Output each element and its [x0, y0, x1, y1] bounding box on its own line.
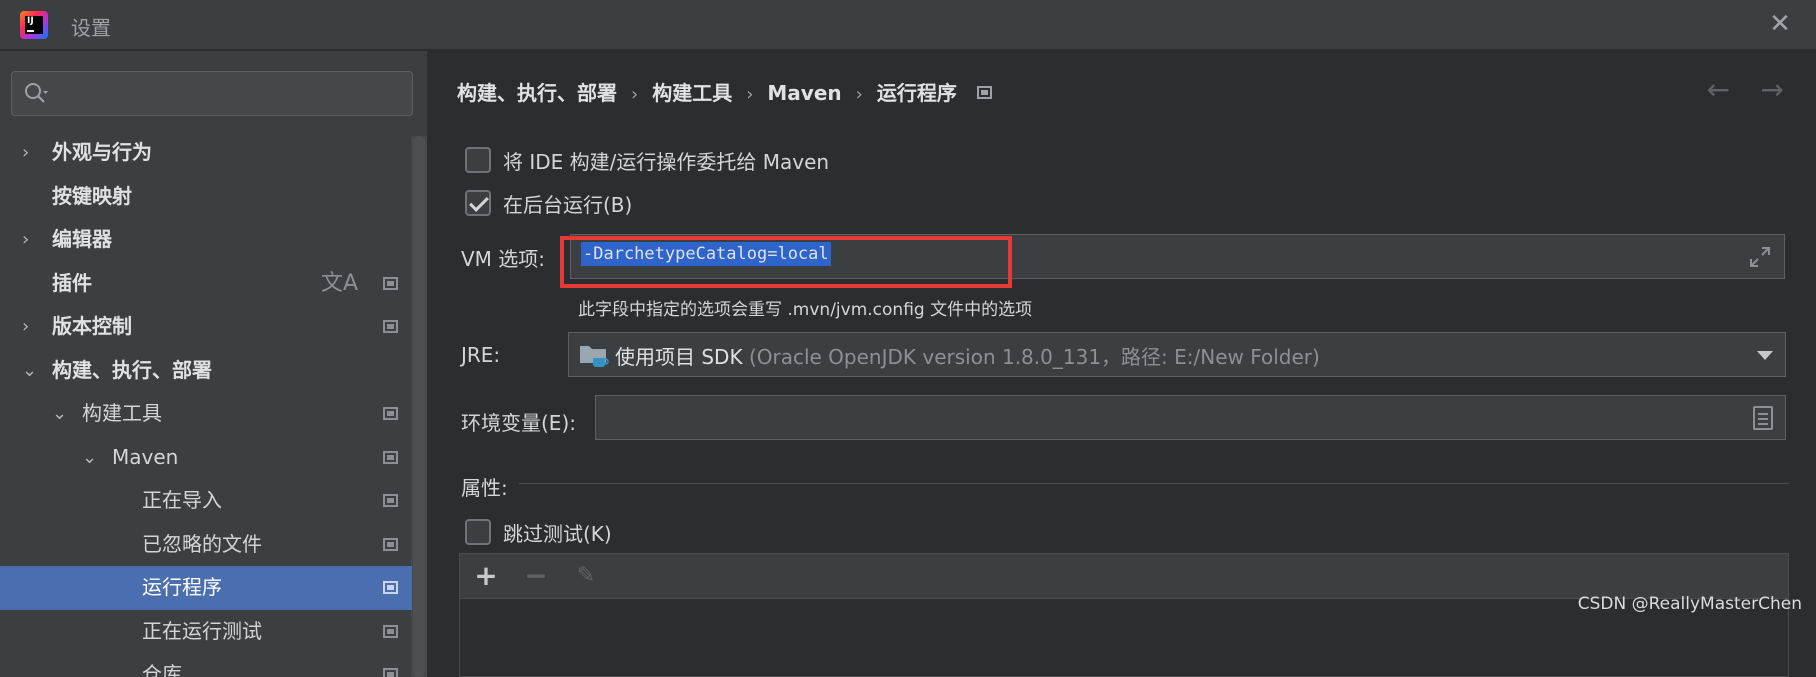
sidebar-item-runner[interactable]: 运行程序	[0, 566, 412, 610]
search-input[interactable]	[64, 78, 394, 110]
remove-icon[interactable]: −	[522, 562, 550, 590]
window-title: 设置	[71, 16, 111, 40]
properties-separator	[519, 483, 1789, 484]
sidebar-scrollbar[interactable]	[411, 136, 427, 677]
close-icon[interactable]: ✕	[1766, 10, 1794, 38]
delegate-to-maven-label: 将 IDE 构建/运行操作委托给 Maven	[503, 149, 830, 174]
breadcrumb-item[interactable]: 构建、执行、部署	[457, 81, 617, 105]
translate-icon: 文A	[320, 270, 358, 296]
run-in-background-row[interactable]: 在后台运行(B)	[465, 188, 632, 218]
sidebar-item-label: 版本控制	[52, 314, 132, 338]
skip-tests-checkbox[interactable]	[465, 519, 491, 545]
run-in-background-checkbox[interactable]	[465, 190, 491, 216]
sidebar-item-label: 运行程序	[142, 575, 222, 599]
search-icon	[25, 83, 48, 103]
properties-toolbar: + − ✎	[460, 554, 1788, 599]
add-icon[interactable]: +	[472, 562, 500, 590]
jre-detail: (Oracle OpenJDK version 1.8.0_131，路径: E:…	[748, 345, 1320, 369]
project-settings-icon	[383, 407, 398, 420]
project-settings-icon	[383, 624, 398, 638]
sidebar-item-plugins[interactable]: 插件 文A	[0, 262, 412, 306]
sidebar-item-running-tests[interactable]: 正在运行测试	[0, 610, 412, 654]
chevron-down-icon[interactable]: ⌄	[52, 392, 72, 436]
breadcrumb-item[interactable]: Maven	[767, 81, 841, 105]
sidebar-item-build-tools[interactable]: ⌄ 构建工具	[0, 392, 412, 436]
chevron-right-icon[interactable]: ›	[22, 131, 42, 175]
settings-search-box[interactable]	[11, 71, 413, 116]
breadcrumb: 构建、执行、部署 › 构建工具 › Maven › 运行程序	[457, 77, 992, 106]
sidebar-item-importing[interactable]: 正在导入	[0, 479, 412, 523]
project-settings-icon	[383, 581, 398, 594]
sidebar-item-editor[interactable]: › 编辑器	[0, 218, 412, 262]
edit-icon[interactable]: ✎	[572, 562, 600, 590]
skip-tests-row[interactable]: 跳过测试(K)	[465, 517, 612, 547]
back-arrow-icon[interactable]: ←	[1707, 73, 1730, 106]
sidebar-item-repositories[interactable]: 仓库	[0, 653, 412, 677]
project-settings-icon	[383, 537, 398, 551]
project-settings-icon	[976, 86, 992, 99]
sidebar-item-label: 构建工具	[82, 401, 162, 425]
sidebar-item-label: 按键映射	[52, 183, 132, 208]
properties-table[interactable]: + − ✎	[459, 553, 1789, 677]
project-settings-icon	[383, 494, 398, 507]
delegate-to-maven-checkbox[interactable]	[465, 147, 491, 173]
expand-icon[interactable]	[1748, 245, 1772, 269]
sidebar-item-label: 插件	[52, 270, 92, 295]
env-vars-label: 环境变量(E):	[461, 411, 576, 435]
jre-select[interactable]: 使用项目 SDK (Oracle OpenJDK version 1.8.0_1…	[568, 332, 1786, 377]
project-sdk-folder-icon	[580, 346, 609, 367]
delegate-to-maven-row[interactable]: 将 IDE 构建/运行操作委托给 Maven	[465, 145, 829, 175]
annotation-highlight-box	[560, 236, 1012, 288]
vm-options-hint: 此字段中指定的选项会重写 .mvn/jvm.config 文件中的选项	[578, 300, 1033, 320]
skip-tests-label: 跳过测试(K)	[503, 521, 612, 546]
settings-content: 构建、执行、部署 › 构建工具 › Maven › 运行程序 ← → 将 IDE 构建/运行…	[429, 51, 1816, 677]
intellij-logo-icon: IJ	[20, 11, 48, 39]
project-settings-icon	[383, 320, 398, 333]
env-vars-input[interactable]	[595, 395, 1786, 440]
breadcrumb-separator: ›	[855, 84, 863, 105]
sidebar-item-label: 外观与行为	[52, 140, 152, 164]
settings-tree: › 外观与行为 按键映射 › 编辑器 插件 文A › 版本控制 ⌄ 构建、执行、…	[0, 131, 412, 677]
breadcrumb-item-current: 运行程序	[876, 81, 957, 105]
run-in-background-label: 在后台运行(B)	[503, 192, 633, 217]
sidebar-item-version-control[interactable]: › 版本控制	[0, 305, 412, 349]
browse-env-vars-icon[interactable]	[1753, 406, 1773, 430]
chevron-right-icon[interactable]: ›	[22, 218, 42, 262]
watermark: CSDN @ReallyMasterChen	[1577, 594, 1802, 614]
sidebar-item-label: 已忽略的文件	[142, 531, 262, 556]
sidebar-item-maven[interactable]: ⌄ Maven	[0, 436, 412, 480]
vm-options-label: VM 选项:	[461, 247, 546, 271]
breadcrumb-separator: ›	[631, 84, 639, 105]
title-bar: IJ 设置 ✕	[0, 0, 1816, 50]
project-settings-icon	[383, 450, 398, 464]
sidebar-item-appearance-behavior[interactable]: › 外观与行为	[0, 131, 412, 175]
sidebar-item-label: 编辑器	[52, 227, 112, 251]
project-settings-icon	[383, 668, 398, 677]
sidebar-item-label: Maven	[112, 444, 179, 469]
sidebar-item-ignored-files[interactable]: 已忽略的文件	[0, 523, 412, 567]
jre-label: JRE:	[461, 343, 501, 367]
sidebar-item-label: 正在运行测试	[142, 618, 262, 643]
breadcrumb-separator: ›	[746, 84, 754, 105]
jre-selected-value: 使用项目 SDK (Oracle OpenJDK version 1.8.0_1…	[615, 345, 1320, 369]
project-settings-icon	[383, 276, 398, 290]
properties-label: 属性:	[461, 476, 508, 500]
chevron-right-icon[interactable]: ›	[22, 305, 42, 349]
breadcrumb-item[interactable]: 构建工具	[652, 81, 732, 105]
settings-sidebar: › 外观与行为 按键映射 › 编辑器 插件 文A › 版本控制 ⌄ 构建、执行、…	[0, 51, 428, 677]
chevron-down-icon[interactable]: ⌄	[22, 349, 42, 393]
sidebar-item-build-execution-deployment[interactable]: ⌄ 构建、执行、部署	[0, 349, 412, 393]
sidebar-item-label: 仓库	[142, 662, 182, 677]
sidebar-item-label: 构建、执行、部署	[52, 357, 212, 382]
chevron-down-icon[interactable]: ⌄	[82, 436, 102, 480]
sidebar-item-label: 正在导入	[142, 488, 222, 512]
forward-arrow-icon[interactable]: →	[1761, 73, 1784, 106]
dropdown-arrow-icon[interactable]	[1757, 351, 1773, 360]
sidebar-scrollbar-thumb[interactable]	[413, 136, 425, 677]
sidebar-item-keymap[interactable]: 按键映射	[0, 175, 412, 219]
